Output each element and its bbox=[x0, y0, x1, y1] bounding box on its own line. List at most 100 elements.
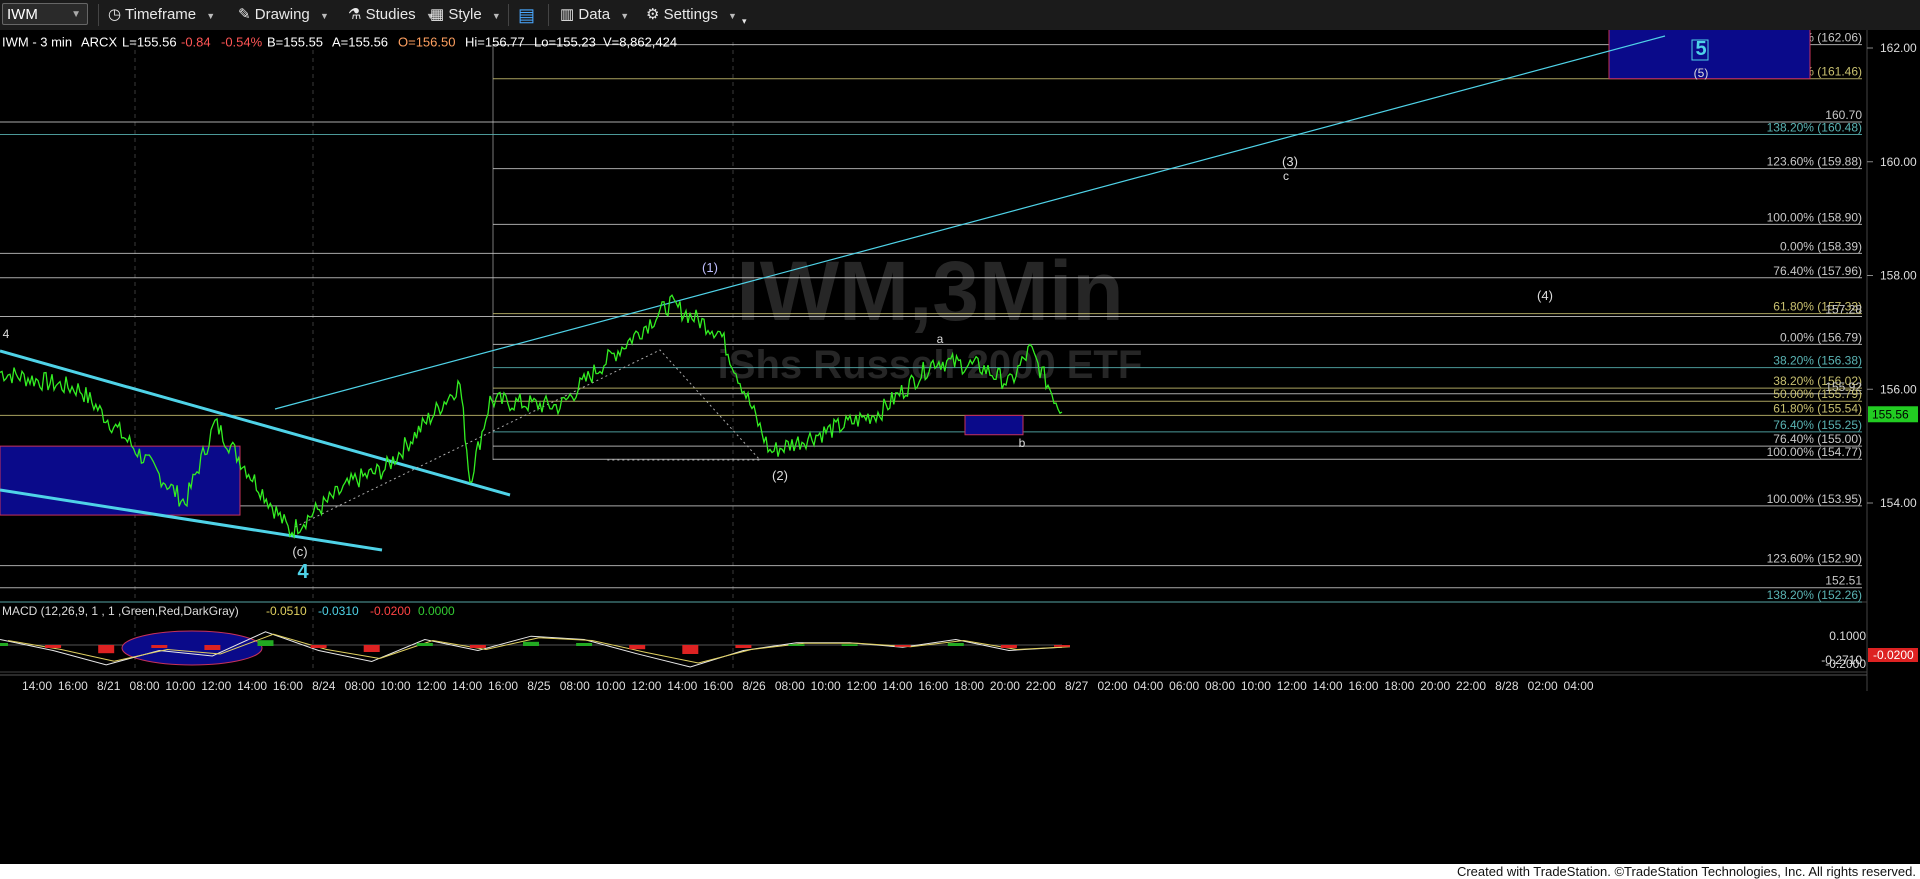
time-tick-label: 22:00 bbox=[1456, 679, 1486, 693]
price-tick-label: 154.00 bbox=[1880, 496, 1917, 510]
time-tick-label: 10:00 bbox=[1241, 679, 1271, 693]
fib-label: 100.00% (154.77) bbox=[1767, 445, 1862, 459]
header-ask: A=155.56 bbox=[332, 35, 388, 50]
time-tick-label: 16:00 bbox=[1348, 679, 1378, 693]
time-tick-label: 02:00 bbox=[1528, 679, 1558, 693]
time-tick-label: 18:00 bbox=[1384, 679, 1414, 693]
wave-label: 4 bbox=[297, 561, 309, 583]
macd-histogram-bar bbox=[735, 645, 752, 648]
time-tick-label: 06:00 bbox=[1169, 679, 1199, 693]
macd-zero-value: 0.0000 bbox=[418, 604, 455, 618]
time-tick-label: 8/28 bbox=[1495, 679, 1519, 693]
macd-histogram-bar bbox=[45, 645, 62, 648]
support-box-left bbox=[0, 445, 241, 516]
drawing-label: Drawing bbox=[254, 6, 310, 23]
wave-label: 4 bbox=[3, 327, 10, 341]
time-tick-label: 10:00 bbox=[380, 679, 410, 693]
symbol-input[interactable]: IWM ▼ bbox=[2, 3, 88, 25]
time-tick-label: 8/26 bbox=[742, 679, 766, 693]
header-exchange: ARCX bbox=[81, 35, 117, 50]
header-last: L=155.56 bbox=[122, 35, 177, 50]
toolbar-overflow-icon[interactable]: ▾ bbox=[742, 10, 747, 32]
time-tick-label: 08:00 bbox=[345, 679, 375, 693]
style-menu[interactable]: ▦ Style ▼ bbox=[430, 4, 501, 26]
fib-label: 76.40% (157.96) bbox=[1773, 264, 1862, 278]
macd-histogram-bar bbox=[1000, 645, 1017, 648]
time-tick-label: 14:00 bbox=[22, 679, 52, 693]
price-chart[interactable]: IWM,3Min iShs Russell 2000 ETF 176.40% (… bbox=[0, 30, 1920, 864]
time-tick-label: 14:00 bbox=[667, 679, 697, 693]
macd-histogram-value: -0.0200 bbox=[370, 604, 411, 618]
macd-axis-label: 0.1000 bbox=[1829, 629, 1866, 643]
header-bid: B=155.55 bbox=[267, 35, 323, 50]
time-tick-label: 16:00 bbox=[273, 679, 303, 693]
macd-histogram-bar bbox=[416, 643, 433, 646]
target-box-wave5 bbox=[1608, 30, 1811, 80]
macd-histogram-bar bbox=[257, 640, 274, 646]
fib-label: 100.00% (153.95) bbox=[1767, 492, 1862, 506]
macd-histogram-bar bbox=[523, 641, 539, 646]
toolbar-divider bbox=[508, 4, 509, 26]
time-tick-label: 18:00 bbox=[954, 679, 984, 693]
macd-histogram-bar bbox=[629, 645, 646, 650]
footer: Created with TradeStation. ©TradeStation… bbox=[0, 864, 1920, 879]
watermark-description: iShs Russell 2000 ETF bbox=[718, 343, 1143, 387]
price-tick-label: 160.00 bbox=[1880, 155, 1917, 169]
gear-icon: ⚙ bbox=[646, 6, 660, 23]
macd-histogram-bar bbox=[204, 645, 221, 650]
macd-highlight bbox=[121, 630, 263, 666]
time-tick-label: 20:00 bbox=[1420, 679, 1450, 693]
timeframe-menu[interactable]: ◷ Timeframe ▼ bbox=[108, 4, 215, 26]
time-tick-label: 14:00 bbox=[882, 679, 912, 693]
toolbar: IWM ▼ ◷ Timeframe ▼ ✎ Drawing ▼ ⚗ Studie… bbox=[0, 0, 1920, 31]
drawing-menu[interactable]: ✎ Drawing ▼ bbox=[238, 4, 329, 26]
studies-menu[interactable]: ⚗ Studies ▼ bbox=[348, 4, 435, 26]
wave-label: c bbox=[1283, 169, 1289, 183]
wave-label: (2) bbox=[772, 468, 788, 483]
time-tick-label: 12:00 bbox=[416, 679, 446, 693]
chevron-down-icon: ▼ bbox=[728, 11, 737, 21]
data-menu[interactable]: ▥ Data ▼ bbox=[560, 4, 629, 26]
flask-icon: ⚗ bbox=[348, 6, 362, 23]
fib-label: 123.60% (152.90) bbox=[1767, 552, 1862, 566]
time-tick-label: 8/27 bbox=[1065, 679, 1089, 693]
macd-value: -0.0510 bbox=[266, 604, 307, 618]
symbol-value: IWM bbox=[7, 6, 38, 23]
macd-signal-value: -0.0310 bbox=[318, 604, 359, 618]
fib-label: 50.00% (155.79) bbox=[1773, 387, 1862, 401]
macd-current-label: -0.0200 bbox=[1873, 648, 1914, 662]
wave-label: (1) bbox=[702, 260, 718, 275]
time-tick-label: 16:00 bbox=[918, 679, 948, 693]
time-tick-label: 14:00 bbox=[452, 679, 482, 693]
toolbar-divider bbox=[548, 4, 549, 26]
fib-label: 61.80% (155.54) bbox=[1773, 401, 1862, 415]
wave-label: (5) bbox=[1694, 66, 1709, 80]
price-tick-label: 158.00 bbox=[1880, 269, 1917, 283]
time-tick-label: 14:00 bbox=[1313, 679, 1343, 693]
watermark-symbol: IWM,3Min bbox=[736, 244, 1123, 338]
header-high: Hi=156.77 bbox=[465, 35, 525, 50]
toolbar-divider bbox=[98, 4, 99, 26]
chevron-down-icon: ▼ bbox=[206, 11, 216, 21]
time-tick-label: 20:00 bbox=[990, 679, 1020, 693]
macd-histogram-bar bbox=[947, 643, 964, 646]
chevron-down-icon: ▼ bbox=[491, 11, 501, 21]
fib-label: 138.20% (152.26) bbox=[1767, 588, 1862, 602]
wave-label: 5 bbox=[1695, 38, 1706, 60]
layout-icon[interactable]: ▤ bbox=[518, 4, 535, 26]
macd-histogram-bar bbox=[98, 645, 115, 654]
time-tick-label: 12:00 bbox=[631, 679, 661, 693]
header-symbol: IWM - 3 min bbox=[2, 35, 72, 50]
settings-menu[interactable]: ⚙ Settings ▼ bbox=[646, 4, 737, 26]
time-tick-label: 16:00 bbox=[703, 679, 733, 693]
fib-label: 152.51 bbox=[1825, 574, 1862, 588]
header-change: -0.84 bbox=[181, 35, 211, 50]
fib-label: 100.00% (158.90) bbox=[1767, 210, 1862, 224]
header-open: O=156.50 bbox=[398, 35, 455, 50]
header-change-pct: -0.54% bbox=[221, 35, 263, 50]
fib-label: 0.00% (158.39) bbox=[1780, 239, 1862, 253]
macd-histogram-bar bbox=[894, 645, 911, 647]
header-volume: V=8,862,424 bbox=[603, 35, 677, 50]
symbol-dropdown-icon[interactable]: ▼ bbox=[71, 4, 81, 26]
time-tick-label: 16:00 bbox=[488, 679, 518, 693]
